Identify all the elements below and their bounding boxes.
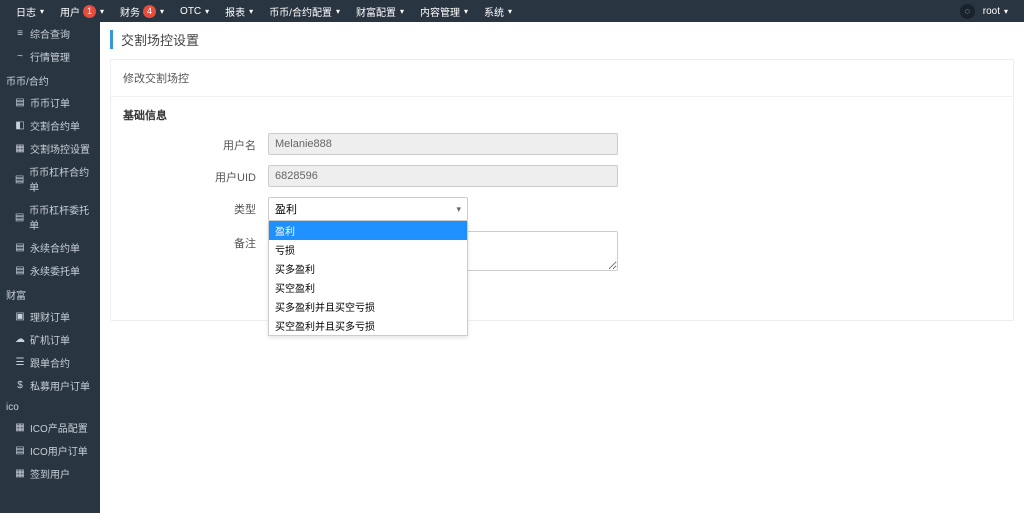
remark-label: 备注: [123, 231, 268, 251]
sidebar-item[interactable]: $ 私募用户订单: [0, 374, 100, 397]
sidebar-item[interactable]: ~ 行情管理: [0, 45, 100, 68]
sidebar-icon: ☁: [14, 334, 26, 345]
sidebar-item[interactable]: ▤ 币币订单: [0, 91, 100, 114]
sidebar-item-label: 签到用户: [30, 466, 70, 481]
username-label: 用户名: [123, 133, 268, 153]
type-option[interactable]: 买多盈利: [269, 259, 467, 278]
type-label: 类型: [123, 197, 268, 217]
sidebar-item[interactable]: ◧ 交割合约单: [0, 114, 100, 137]
badge: 1: [83, 5, 96, 18]
sidebar-item-label: 币币订单: [30, 95, 70, 110]
topnav-item[interactable]: 系统▾: [476, 0, 520, 22]
topnav-item[interactable]: 财务4▾: [112, 0, 172, 22]
panel-title: 修改交割场控: [111, 60, 1013, 97]
sidebar-item-label: 矿机订单: [30, 332, 70, 347]
sidebar-item[interactable]: ▤ ICO用户订单: [0, 439, 100, 462]
sidebar-icon: ▣: [14, 311, 26, 322]
badge: 4: [143, 5, 156, 18]
topnav-item[interactable]: 币币/合约配置▾: [261, 0, 348, 22]
sidebar-section-header: ico: [0, 397, 100, 416]
sidebar-icon: ▤: [14, 265, 26, 276]
sidebar-item[interactable]: ▤ 永续委托单: [0, 259, 100, 282]
uid-input: [268, 165, 618, 187]
sidebar-item-label: 综合查询: [30, 26, 70, 41]
topnav-item[interactable]: 日志▾: [8, 0, 52, 22]
sidebar-item[interactable]: ☁ 矿机订单: [0, 328, 100, 351]
sidebar-item-label: 交割场控设置: [30, 141, 90, 156]
sidebar-item[interactable]: ▦ ICO产品配置: [0, 416, 100, 439]
sidebar-item-label: 行情管理: [30, 49, 70, 64]
topnav-item[interactable]: 财富配置▾: [348, 0, 412, 22]
sidebar-item-label: 交割合约单: [30, 118, 80, 133]
sidebar-icon: ▤: [14, 174, 25, 185]
type-option[interactable]: 买空盈利: [269, 278, 467, 297]
type-dropdown[interactable]: 盈利亏损买多盈利买空盈利买多盈利并且买空亏损买空盈利并且买多亏损: [268, 221, 468, 336]
sidebar-item[interactable]: ▦ 签到用户: [0, 462, 100, 485]
section-label: 基础信息: [123, 107, 1001, 123]
sidebar-item[interactable]: ▤ 币币杠杆委托单: [0, 198, 100, 236]
page-title: 交割场控设置: [110, 30, 1014, 49]
sidebar-item[interactable]: ☰ 跟单合约: [0, 351, 100, 374]
sidebar-item-label: 币币杠杆委托单: [29, 202, 94, 232]
sidebar-item-label: 币币杠杆合约单: [29, 164, 94, 194]
sidebar-icon: ▦: [14, 143, 26, 154]
sidebar-section-header: 币币/合约: [0, 68, 100, 91]
sidebar-icon: $: [14, 380, 26, 391]
sidebar-item-label: ICO产品配置: [30, 420, 88, 435]
sidebar-item[interactable]: ≡ 综合查询: [0, 22, 100, 45]
sidebar-item-label: 跟单合约: [30, 355, 70, 370]
sidebar-icon: ☰: [14, 357, 26, 368]
topnav-item[interactable]: 内容管理▾: [412, 0, 476, 22]
sidebar-icon: ≡: [14, 28, 26, 39]
sidebar-icon: ▤: [14, 242, 26, 253]
sidebar-icon: ▦: [14, 468, 26, 479]
user-menu[interactable]: root▾: [975, 0, 1016, 22]
username-input: [268, 133, 618, 155]
topnav-item[interactable]: OTC▾: [172, 0, 217, 22]
sidebar-item-label: 永续委托单: [30, 263, 80, 278]
sidebar-item[interactable]: ▣ 理财订单: [0, 305, 100, 328]
sidebar-icon: ◧: [14, 120, 26, 131]
type-option[interactable]: 买多盈利并且买空亏损: [269, 297, 467, 316]
sidebar-item-label: 理财订单: [30, 309, 70, 324]
topnav-item[interactable]: 报表▾: [217, 0, 261, 22]
type-select[interactable]: 盈利 ▾: [268, 197, 468, 221]
sidebar-item-label: 永续合约单: [30, 240, 80, 255]
chevron-down-icon: ▾: [456, 204, 461, 215]
sidebar-item[interactable]: ▦ 交割场控设置: [0, 137, 100, 160]
sidebar-icon: ~: [14, 51, 26, 62]
topnav-item[interactable]: 用户1▾: [52, 0, 112, 22]
type-option[interactable]: 买空盈利并且买多亏损: [269, 316, 467, 335]
sidebar-icon: ▤: [14, 212, 25, 223]
sidebar-icon: ▤: [14, 445, 26, 456]
sidebar-item[interactable]: ▤ 币币杠杆合约单: [0, 160, 100, 198]
uid-label: 用户UID: [123, 165, 268, 185]
sidebar-section-header: 财富: [0, 282, 100, 305]
sidebar-item-label: 私募用户订单: [30, 378, 90, 393]
sidebar-item[interactable]: ▤ 永续合约单: [0, 236, 100, 259]
sidebar-item-label: ICO用户订单: [30, 443, 88, 458]
type-option[interactable]: 盈利: [269, 221, 467, 240]
sidebar-icon: ▤: [14, 97, 26, 108]
github-icon[interactable]: ◌: [960, 4, 975, 19]
type-option[interactable]: 亏损: [269, 240, 467, 259]
sidebar-icon: ▦: [14, 422, 26, 433]
